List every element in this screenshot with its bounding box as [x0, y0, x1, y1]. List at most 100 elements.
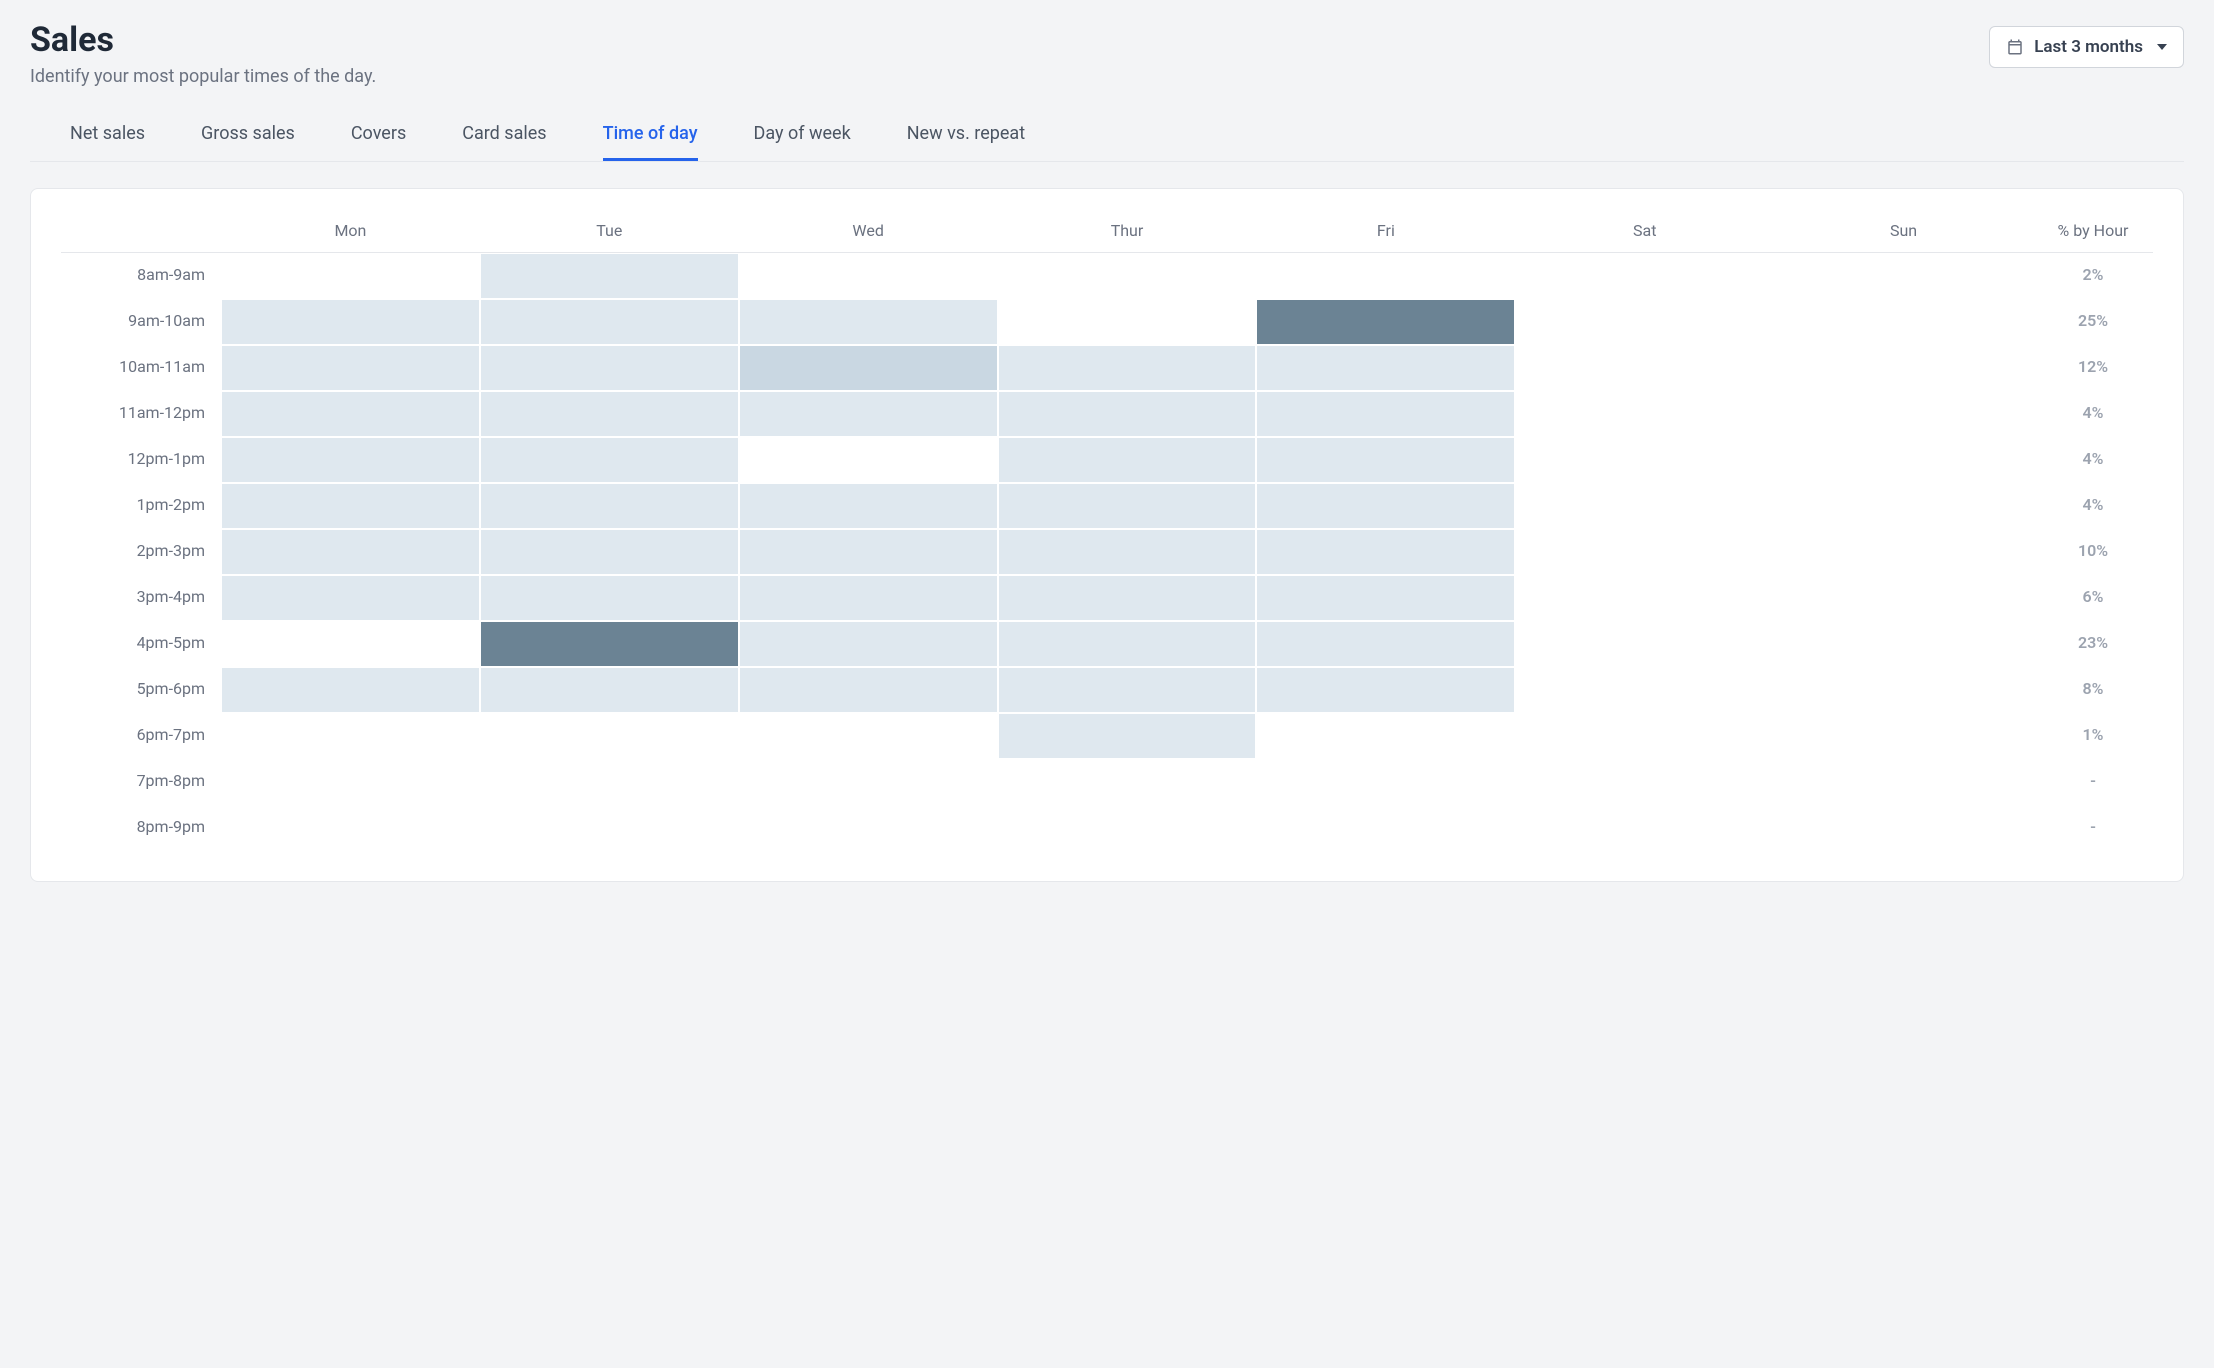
heatmap-cell[interactable]	[1516, 714, 1773, 758]
heatmap-cell[interactable]	[1775, 530, 2032, 574]
heatmap-cell[interactable]	[1257, 484, 1514, 528]
heatmap-cell[interactable]	[222, 392, 479, 436]
heatmap-cell[interactable]	[1257, 714, 1514, 758]
tab-day-of-week[interactable]: Day of week	[754, 115, 851, 161]
date-range-dropdown[interactable]: Last 3 months	[1989, 26, 2184, 68]
heatmap-cell[interactable]	[1775, 392, 2032, 436]
heatmap-cell[interactable]	[481, 346, 738, 390]
heatmap-cell[interactable]	[740, 346, 997, 390]
heatmap-cell[interactable]	[222, 254, 479, 298]
heatmap-cell[interactable]	[1257, 346, 1514, 390]
heatmap-cell[interactable]	[740, 576, 997, 620]
heatmap-cell[interactable]	[222, 300, 479, 344]
heatmap-cell[interactable]	[1775, 346, 2032, 390]
heatmap-cell[interactable]	[481, 714, 738, 758]
heatmap-cell[interactable]	[999, 484, 1256, 528]
heatmap-cell[interactable]	[481, 300, 738, 344]
heatmap-cell[interactable]	[222, 346, 479, 390]
heatmap-cell[interactable]	[222, 438, 479, 482]
heatmap-cell[interactable]	[1775, 668, 2032, 712]
heatmap-cell[interactable]	[1516, 530, 1773, 574]
heatmap-cell[interactable]	[481, 760, 738, 804]
heatmap-cell[interactable]	[1516, 254, 1773, 298]
heatmap-cell[interactable]	[740, 438, 997, 482]
heatmap-cell[interactable]	[1516, 622, 1773, 666]
tab-new-vs-repeat[interactable]: New vs. repeat	[907, 115, 1025, 161]
heatmap-cell[interactable]	[1516, 346, 1773, 390]
tab-gross-sales[interactable]: Gross sales	[201, 115, 295, 161]
heatmap-cell[interactable]	[1257, 576, 1514, 620]
heatmap-cell[interactable]	[222, 530, 479, 574]
tab-card-sales[interactable]: Card sales	[462, 115, 546, 161]
heatmap-cell[interactable]	[1516, 392, 1773, 436]
heatmap-cell[interactable]	[1775, 622, 2032, 666]
tab-time-of-day[interactable]: Time of day	[603, 115, 698, 161]
heatmap-cell[interactable]	[740, 668, 997, 712]
heatmap-cell[interactable]	[481, 668, 738, 712]
heatmap-cell[interactable]	[999, 392, 1256, 436]
heatmap-cell[interactable]	[1775, 806, 2032, 850]
heatmap-cell[interactable]	[481, 392, 738, 436]
tab-net-sales[interactable]: Net sales	[70, 115, 145, 161]
heatmap-cell[interactable]	[1257, 254, 1514, 298]
heatmap-cell[interactable]	[1775, 714, 2032, 758]
heatmap-cell[interactable]	[1516, 438, 1773, 482]
heatmap-cell[interactable]	[222, 760, 479, 804]
heatmap-cell[interactable]	[1257, 438, 1514, 482]
heatmap-cell[interactable]	[1516, 576, 1773, 620]
title-block: Sales Identify your most popular times o…	[30, 20, 376, 87]
heatmap-cell[interactable]	[481, 622, 738, 666]
heatmap-cell[interactable]	[740, 254, 997, 298]
heatmap-cell[interactable]	[999, 530, 1256, 574]
heatmap-cell[interactable]	[1257, 392, 1514, 436]
heatmap-cell[interactable]	[1516, 760, 1773, 804]
heatmap-cell[interactable]	[740, 760, 997, 804]
heatmap-cell[interactable]	[999, 346, 1256, 390]
heatmap-cell[interactable]	[1775, 438, 2032, 482]
heatmap-cell[interactable]	[740, 392, 997, 436]
heatmap-cell[interactable]	[1516, 300, 1773, 344]
heatmap-cell[interactable]	[222, 576, 479, 620]
heatmap-cell[interactable]	[1775, 484, 2032, 528]
heatmap-cell[interactable]	[999, 622, 1256, 666]
heatmap-cell[interactable]	[740, 622, 997, 666]
heatmap-cell[interactable]	[481, 484, 738, 528]
heatmap-cell[interactable]	[1257, 622, 1514, 666]
heatmap-cell[interactable]	[999, 668, 1256, 712]
heatmap-cell[interactable]	[740, 714, 997, 758]
heatmap-cell[interactable]	[999, 438, 1256, 482]
heatmap-cell[interactable]	[999, 254, 1256, 298]
heatmap-cell[interactable]	[481, 576, 738, 620]
heatmap-cell[interactable]	[1257, 668, 1514, 712]
heatmap-cell[interactable]	[999, 806, 1256, 850]
heatmap-cell[interactable]	[481, 530, 738, 574]
heatmap-cell[interactable]	[1775, 576, 2032, 620]
heatmap-cell[interactable]	[222, 622, 479, 666]
heatmap-cell[interactable]	[1257, 760, 1514, 804]
heatmap-cell[interactable]	[1516, 668, 1773, 712]
heatmap-cell[interactable]	[1516, 806, 1773, 850]
heatmap-cell[interactable]	[740, 806, 997, 850]
heatmap-cell[interactable]	[222, 714, 479, 758]
heatmap-cell[interactable]	[481, 254, 738, 298]
heatmap-cell[interactable]	[1257, 806, 1514, 850]
heatmap-cell[interactable]	[222, 484, 479, 528]
heatmap-cell[interactable]	[1775, 760, 2032, 804]
heatmap-cell[interactable]	[481, 438, 738, 482]
heatmap-cell[interactable]	[999, 576, 1256, 620]
heatmap-cell[interactable]	[1257, 300, 1514, 344]
heatmap-cell[interactable]	[222, 806, 479, 850]
heatmap-cell[interactable]	[481, 806, 738, 850]
heatmap-cell[interactable]	[1257, 530, 1514, 574]
heatmap-cell[interactable]	[222, 668, 479, 712]
heatmap-cell[interactable]	[740, 484, 997, 528]
heatmap-cell[interactable]	[740, 300, 997, 344]
heatmap-cell[interactable]	[999, 300, 1256, 344]
heatmap-cell[interactable]	[1516, 484, 1773, 528]
heatmap-cell[interactable]	[999, 760, 1256, 804]
tab-covers[interactable]: Covers	[351, 115, 406, 161]
heatmap-cell[interactable]	[1775, 254, 2032, 298]
heatmap-cell[interactable]	[999, 714, 1256, 758]
heatmap-cell[interactable]	[740, 530, 997, 574]
heatmap-cell[interactable]	[1775, 300, 2032, 344]
